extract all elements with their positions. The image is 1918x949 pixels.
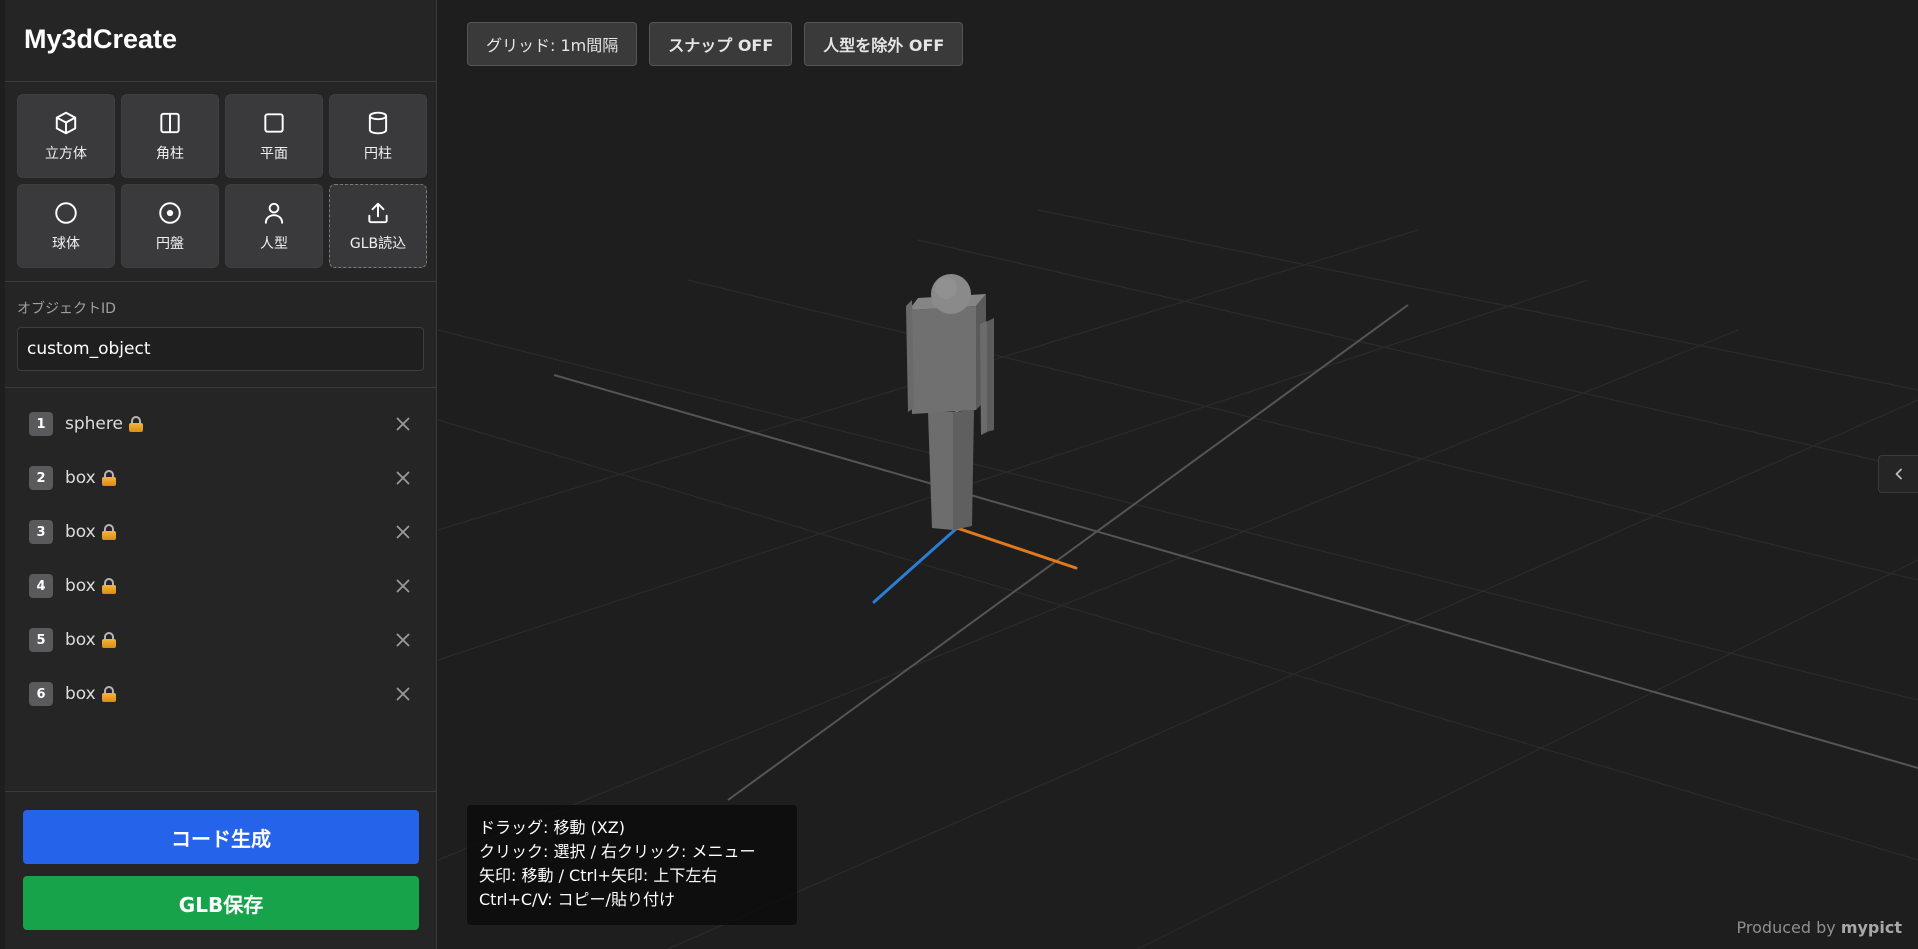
tool-sphere-button[interactable]: 球体 xyxy=(17,184,115,268)
lock-icon[interactable] xyxy=(128,416,143,432)
3d-viewport[interactable]: グリッド: 1m間隔 スナップ OFF 人型を除外 OFF ドラッグ: 移動 (… xyxy=(438,0,1918,949)
item-index-badge: 6 xyxy=(29,682,53,706)
list-item[interactable]: 5 box xyxy=(5,613,436,667)
generate-code-button[interactable]: コード生成 xyxy=(23,810,419,864)
close-icon[interactable] xyxy=(394,469,412,487)
viewport-toolbar: グリッド: 1m間隔 スナップ OFF 人型を除外 OFF xyxy=(467,22,964,66)
hint-line: ドラッグ: 移動 (XZ) xyxy=(479,818,625,837)
tool-person-button[interactable]: 人型 xyxy=(225,184,323,268)
cube-icon xyxy=(55,111,77,134)
grid-spacing-button[interactable]: グリッド: 1m間隔 xyxy=(467,22,638,66)
humanoid-model[interactable] xyxy=(906,274,994,530)
grid-center-lines xyxy=(553,304,1918,801)
object-id-section: オブジェクトID xyxy=(5,282,436,388)
item-name: box xyxy=(65,684,96,704)
hint-line: 矢印: 移動 / Ctrl+矢印: 上下左右 xyxy=(479,866,718,885)
item-name: box xyxy=(65,468,96,488)
list-item[interactable]: 3 box xyxy=(5,505,436,559)
tool-label: 球体 xyxy=(52,235,80,252)
snap-toggle-button[interactable]: スナップ OFF xyxy=(649,22,793,66)
action-area: コード生成 GLB保存 xyxy=(5,792,436,930)
item-index-badge: 5 xyxy=(29,628,53,652)
lock-icon[interactable] xyxy=(101,686,116,702)
object-id-label: オブジェクトID xyxy=(17,301,116,317)
controls-hint-box: ドラッグ: 移動 (XZ) クリック: 選択 / 右クリック: メニュー 矢印:… xyxy=(467,805,797,925)
list-item[interactable]: 6 box xyxy=(5,667,436,721)
tool-disc-button[interactable]: 円盤 xyxy=(121,184,219,268)
axis-z xyxy=(872,526,959,604)
hint-line: クリック: 選択 / 右クリック: メニュー xyxy=(479,842,756,861)
list-item[interactable]: 4 box xyxy=(5,559,436,613)
chevron-left-icon xyxy=(1895,468,1902,480)
item-index-badge: 3 xyxy=(29,520,53,544)
credit-text: Produced by mypict xyxy=(1737,918,1902,937)
exclude-person-toggle-button[interactable]: 人型を除外 OFF xyxy=(804,22,964,66)
lock-icon[interactable] xyxy=(101,578,116,594)
tool-label: 円柱 xyxy=(364,145,392,162)
close-icon[interactable] xyxy=(394,631,412,649)
close-icon[interactable] xyxy=(394,415,412,433)
object-id-input[interactable] xyxy=(17,327,424,371)
credit-brand: mypict xyxy=(1840,918,1902,937)
item-index-badge: 1 xyxy=(29,412,53,436)
tool-glb-import-button[interactable]: GLB読込 xyxy=(329,184,427,268)
plane-icon xyxy=(264,112,284,133)
axis-helper xyxy=(872,406,1078,604)
list-item[interactable]: 2 box xyxy=(5,451,436,505)
prism-icon xyxy=(160,112,180,133)
tool-label: 立方体 xyxy=(45,145,87,162)
sphere-icon xyxy=(55,201,77,224)
item-name: sphere xyxy=(65,414,123,434)
app-title: My3dCreate xyxy=(5,0,436,82)
side-panel-toggle[interactable] xyxy=(1878,455,1918,493)
sidebar: My3dCreate 立方体 角柱 平面 円柱 球体 円盤 人型 GLB読込 オ… xyxy=(5,0,437,949)
item-index-badge: 2 xyxy=(29,466,53,490)
close-icon[interactable] xyxy=(394,577,412,595)
tool-cube-button[interactable]: 立方体 xyxy=(17,94,115,178)
credit-prefix: Produced by xyxy=(1736,918,1836,937)
item-name: box xyxy=(65,576,96,596)
upload-icon xyxy=(368,202,388,223)
item-index-badge: 4 xyxy=(29,574,53,598)
tool-cylinder-button[interactable]: 円柱 xyxy=(329,94,427,178)
tool-plane-button[interactable]: 平面 xyxy=(225,94,323,178)
disc-icon xyxy=(159,201,181,224)
object-list: 1 sphere 2 box 3 box 4 box 5 box 6 box xyxy=(5,388,436,792)
lock-icon[interactable] xyxy=(101,524,116,540)
close-icon[interactable] xyxy=(394,685,412,703)
close-icon[interactable] xyxy=(394,523,412,541)
tool-prism-button[interactable]: 角柱 xyxy=(121,94,219,178)
person-icon xyxy=(264,202,284,224)
tool-palette: 立方体 角柱 平面 円柱 球体 円盤 人型 GLB読込 xyxy=(5,82,436,282)
item-name: box xyxy=(65,522,96,542)
tool-label: 平面 xyxy=(260,145,288,162)
lock-icon[interactable] xyxy=(101,470,116,486)
tool-label: 人型 xyxy=(260,235,288,252)
lock-icon[interactable] xyxy=(101,632,116,648)
tool-label: 角柱 xyxy=(156,145,184,162)
cylinder-icon xyxy=(368,111,388,134)
tool-label: GLB読込 xyxy=(349,235,407,252)
save-glb-button[interactable]: GLB保存 xyxy=(23,876,419,930)
hint-line: Ctrl+C/V: コピー/貼り付け xyxy=(479,890,675,909)
list-item[interactable]: 1 sphere xyxy=(5,397,436,451)
tool-label: 円盤 xyxy=(156,235,184,252)
item-name: box xyxy=(65,630,96,650)
axis-x xyxy=(955,526,1078,570)
